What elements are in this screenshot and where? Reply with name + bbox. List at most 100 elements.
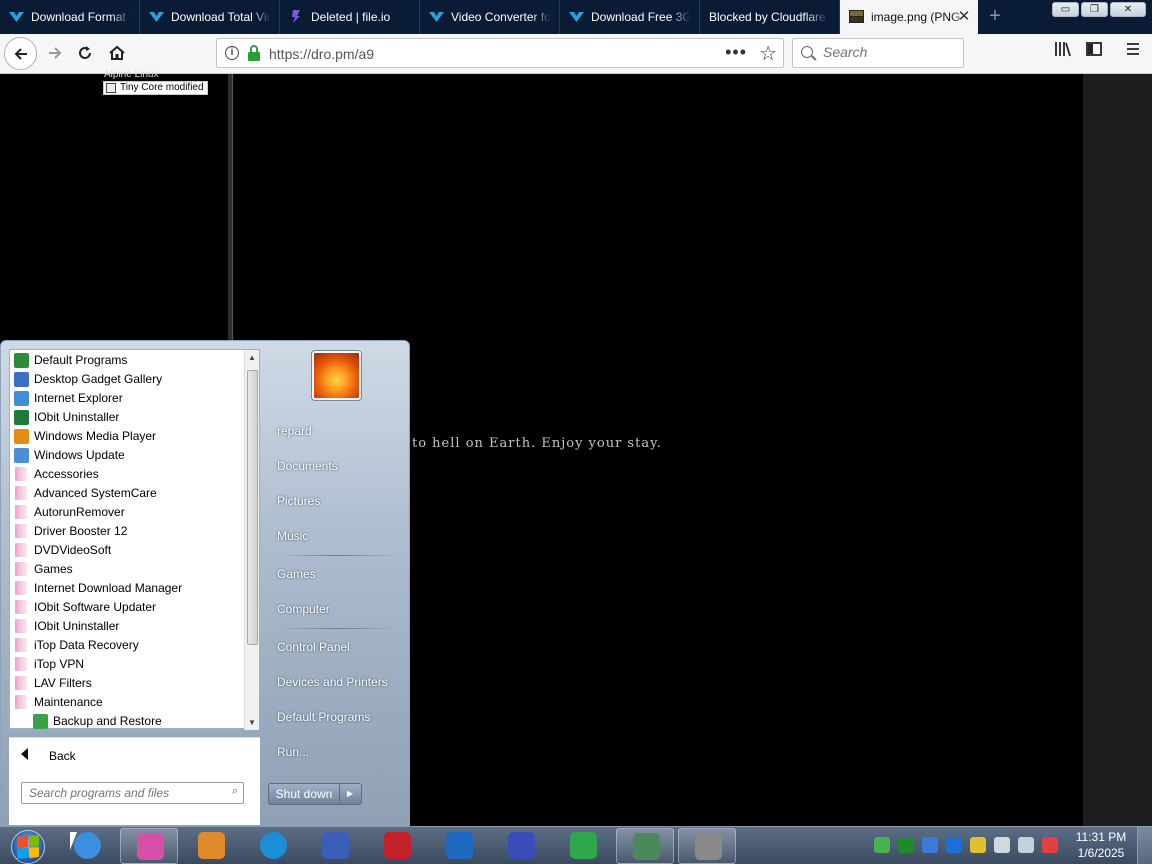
search-input[interactable] — [823, 44, 953, 60]
tab-blocked-by-cloudflare[interactable]: Blocked by Cloudflare — [700, 0, 840, 34]
start-link-computer[interactable]: Computer — [269, 594, 407, 624]
program-item[interactable]: Default Programs — [10, 351, 245, 370]
tab-close-icon[interactable]: ✕ — [956, 0, 972, 34]
taskbar-button[interactable] — [306, 828, 364, 864]
network-wired-tray-icon[interactable] — [1018, 837, 1034, 853]
start-link-devices-printers[interactable]: Devices and Printers — [269, 667, 407, 697]
taskbar-button[interactable] — [678, 828, 736, 864]
taskbar-button[interactable] — [58, 828, 116, 864]
tab-download-format-factory[interactable]: Download Format Factory — [0, 0, 140, 34]
program-folder[interactable]: Accessories — [10, 465, 245, 484]
green-square-tray-icon[interactable] — [898, 837, 914, 853]
program-folder[interactable]: Driver Booster 12 — [10, 522, 245, 541]
back-button[interactable] — [4, 37, 37, 70]
start-menu: Default Programs Desktop Gadget Gallery In… — [0, 340, 410, 826]
clock[interactable]: 11:31 PM 1/6/2025 — [1068, 829, 1134, 861]
program-folder[interactable]: IObit Software Updater — [10, 598, 245, 617]
start-link-pictures[interactable]: Pictures — [269, 486, 407, 516]
start-link-user[interactable]: repard — [269, 416, 407, 446]
program-label: Maintenance — [34, 695, 103, 709]
tab-deleted-file-io[interactable]: Deleted | file.io — [280, 0, 420, 34]
start-link-games[interactable]: Games — [269, 559, 407, 589]
search-bar[interactable] — [792, 38, 964, 68]
start-link-music[interactable]: Music — [269, 521, 407, 551]
program-folder[interactable]: Advanced SystemCare — [10, 484, 245, 503]
bookmark-star-icon[interactable]: ☆ — [759, 41, 777, 66]
tab-label: Download Format Factory — [31, 10, 131, 24]
program-label: Games — [34, 562, 73, 576]
reload-button[interactable] — [70, 38, 100, 68]
program-folder[interactable]: DVDVideoSoft — [10, 541, 245, 560]
library-icon[interactable] — [1054, 40, 1072, 63]
scroll-up-icon[interactable]: ▲ — [248, 353, 256, 362]
shield-tray-icon[interactable] — [970, 837, 986, 853]
shutdown-options-arrow-icon[interactable]: ▶ — [339, 784, 361, 804]
tab-download-total-video[interactable]: Download Total Video — [140, 0, 280, 34]
close-window-button[interactable]: ✕ — [1110, 2, 1146, 17]
start-link-control-panel[interactable]: Control Panel — [269, 632, 407, 662]
start-button[interactable] — [4, 828, 52, 864]
taskbar-button[interactable] — [616, 828, 674, 864]
ccleaner-tray-icon[interactable] — [946, 837, 962, 853]
taskbar-button[interactable] — [244, 828, 302, 864]
program-item[interactable]: Backup and Restore — [10, 712, 245, 730]
forward-button[interactable] — [40, 38, 70, 68]
scrollbar-thumb[interactable] — [247, 370, 258, 645]
tab-download-free-3gp[interactable]: Download Free 3GP — [560, 0, 700, 34]
folder-icon — [15, 505, 27, 519]
back-button[interactable]: Back — [9, 737, 260, 773]
scroll-down-icon[interactable]: ▼ — [248, 718, 256, 727]
menu-icon[interactable] — [1124, 40, 1142, 63]
start-search-input[interactable] — [29, 786, 219, 800]
program-label: Driver Booster 12 — [34, 524, 128, 538]
tab-video-converter[interactable]: Video Converter for — [420, 0, 560, 34]
taskbar-button[interactable] — [182, 828, 240, 864]
program-folder[interactable]: AutorunRemover — [10, 503, 245, 522]
program-item[interactable]: Windows Update — [10, 446, 245, 465]
show-desktop-button[interactable] — [1137, 827, 1152, 864]
program-folder[interactable]: iTop VPN — [10, 655, 245, 674]
remove-device-tray-icon[interactable] — [922, 837, 938, 853]
tab-image-png[interactable]: image.png (PNG ✕ — [840, 0, 978, 34]
page-actions-icon[interactable]: ••• — [725, 42, 747, 63]
sidebar-icon[interactable] — [1085, 40, 1103, 63]
taskbar-button[interactable] — [430, 828, 488, 864]
minimize-button[interactable]: ▭ — [1052, 2, 1079, 17]
right-margin — [1083, 74, 1152, 826]
start-link-run[interactable]: Run... — [269, 737, 407, 767]
program-folder[interactable]: LAV Filters — [10, 674, 245, 693]
program-item[interactable]: Internet Explorer — [10, 389, 245, 408]
tab-label: Video Converter for — [451, 10, 551, 24]
action-center-tray-icon[interactable] — [994, 837, 1010, 853]
taskbar-button[interactable] — [492, 828, 550, 864]
folder-icon — [15, 581, 27, 595]
search-icon: ⌕ — [231, 785, 238, 797]
program-item[interactable]: IObit Uninstaller — [10, 408, 245, 427]
restore-button[interactable]: ❐ — [1081, 2, 1108, 17]
user-avatar[interactable] — [312, 351, 361, 400]
taskbar-button[interactable] — [120, 828, 178, 864]
network-tray-icon[interactable] — [874, 837, 890, 853]
volume-muted-tray-icon[interactable] — [1042, 837, 1058, 853]
program-folder[interactable]: Games — [10, 560, 245, 579]
new-tab-button[interactable]: + — [985, 5, 1005, 27]
programs-scrollbar[interactable]: ▲ ▼ — [244, 350, 259, 730]
program-item[interactable]: Windows Media Player — [10, 427, 245, 446]
program-folder[interactable]: Maintenance — [10, 693, 245, 712]
program-folder[interactable]: iTop Data Recovery — [10, 636, 245, 655]
snipping-tool-icon — [322, 832, 349, 859]
program-label: DVDVideoSoft — [34, 543, 112, 557]
taskbar-button[interactable] — [368, 828, 426, 864]
tab-label: Blocked by Cloudflare — [709, 10, 826, 24]
address-bar[interactable]: i https://dro.pm/a9 ••• ☆ — [216, 38, 784, 68]
start-link-documents[interactable]: Documents — [269, 451, 407, 481]
program-item[interactable]: Desktop Gadget Gallery — [10, 370, 245, 389]
program-folder[interactable]: Internet Download Manager — [10, 579, 245, 598]
program-folder[interactable]: IObit Uninstaller — [10, 617, 245, 636]
taskbar-button[interactable] — [554, 828, 612, 864]
shutdown-button[interactable]: Shut down — [269, 784, 340, 804]
start-link-default-programs[interactable]: Default Programs — [269, 702, 407, 732]
start-search-box[interactable]: ⌕ — [21, 782, 244, 804]
site-info-icon[interactable]: i — [225, 46, 239, 60]
home-button[interactable] — [102, 38, 132, 68]
